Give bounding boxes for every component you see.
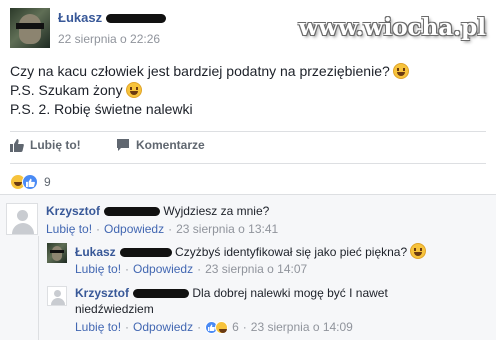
laughing-emoji-icon — [410, 243, 427, 259]
comment-reply-link[interactable]: Odpowiedz — [104, 222, 164, 236]
post-header: Łukasz 22 sierpnia o 22:26 — [10, 8, 310, 50]
comment-text: Wyjdziesz za mnie? — [163, 204, 270, 218]
comment-text: Czyżbyś identyfikował się jako pieć pięk… — [175, 245, 408, 259]
comment-reply-link[interactable]: Odpowiedz — [133, 262, 193, 276]
post-body: Czy na kacu człowiek jest bardziej podat… — [10, 62, 409, 119]
laughing-emoji-icon — [125, 82, 142, 98]
comment-like-link[interactable]: Lubię to! — [75, 319, 121, 335]
post-line: P.S. 2. Robię świetne nalewki — [10, 101, 193, 117]
post-line: Czy na kacu człowiek jest bardziej podat… — [10, 62, 409, 81]
author-name[interactable]: Łukasz — [58, 10, 102, 25]
comment-reaction-count[interactable]: 6 — [232, 319, 239, 335]
comment-meta: Lubię to! · Odpowiedz · 23 sierpnia o 14:07 — [75, 262, 308, 276]
comment-time[interactable]: 23 sierpnia o 13:41 — [176, 222, 278, 236]
comment-author[interactable]: Krzysztof — [46, 204, 100, 218]
author-name-line[interactable]: Łukasz — [58, 10, 167, 25]
divider — [10, 131, 486, 132]
commenter-avatar[interactable] — [47, 243, 67, 263]
reply-thread-line — [38, 236, 39, 340]
redaction-bar — [133, 289, 190, 299]
comment-author[interactable]: Krzysztof — [75, 286, 129, 300]
laughing-emoji-icon — [392, 63, 409, 79]
like-button[interactable]: Lubię to! — [10, 138, 81, 152]
watermark: www.wiocha.pl — [298, 14, 486, 41]
like-reaction-icon — [22, 174, 38, 190]
comment-time[interactable]: 23 sierpnia o 14:07 — [205, 262, 307, 276]
redaction-bar — [119, 248, 172, 258]
reactions-summary[interactable]: 9 — [10, 173, 51, 191]
comment-text-continued: niedźwiedziem — [75, 302, 154, 316]
divider — [0, 194, 496, 195]
comment-reply-link[interactable]: Odpowiedz — [133, 319, 193, 335]
reaction-count: 9 — [44, 175, 51, 189]
haha-reaction-icon — [215, 320, 229, 334]
thumbs-up-icon — [10, 139, 24, 152]
post-timestamp[interactable]: 22 sierpnia o 22:26 — [58, 32, 160, 46]
comment-bubble-icon — [117, 139, 129, 151]
author-avatar[interactable] — [10, 8, 50, 48]
comment-meta: Lubię to! · Odpowiedz · 23 sierpnia o 13:41 — [46, 222, 279, 236]
commenter-avatar[interactable] — [47, 286, 67, 306]
redaction-bar — [106, 14, 167, 24]
commenter-avatar[interactable] — [6, 203, 38, 235]
redaction-bar — [104, 207, 161, 217]
comment-like-link[interactable]: Lubię to! — [75, 262, 121, 276]
comment-button[interactable]: Komentarze — [116, 138, 205, 152]
divider — [10, 163, 486, 164]
comment-time[interactable]: 23 sierpnia o 14:09 — [251, 319, 353, 335]
comment-meta: Lubię to! · Odpowiedz · 6 · 23 sierpnia o 14:… — [75, 319, 353, 335]
post-line: P.S. Szukam żony — [10, 81, 409, 100]
comment-text: Dla dobrej nalewki mogę być I nawet — [192, 286, 388, 300]
comment-like-link[interactable]: Lubię to! — [46, 222, 92, 236]
comment-author[interactable]: Łukasz — [75, 245, 116, 259]
